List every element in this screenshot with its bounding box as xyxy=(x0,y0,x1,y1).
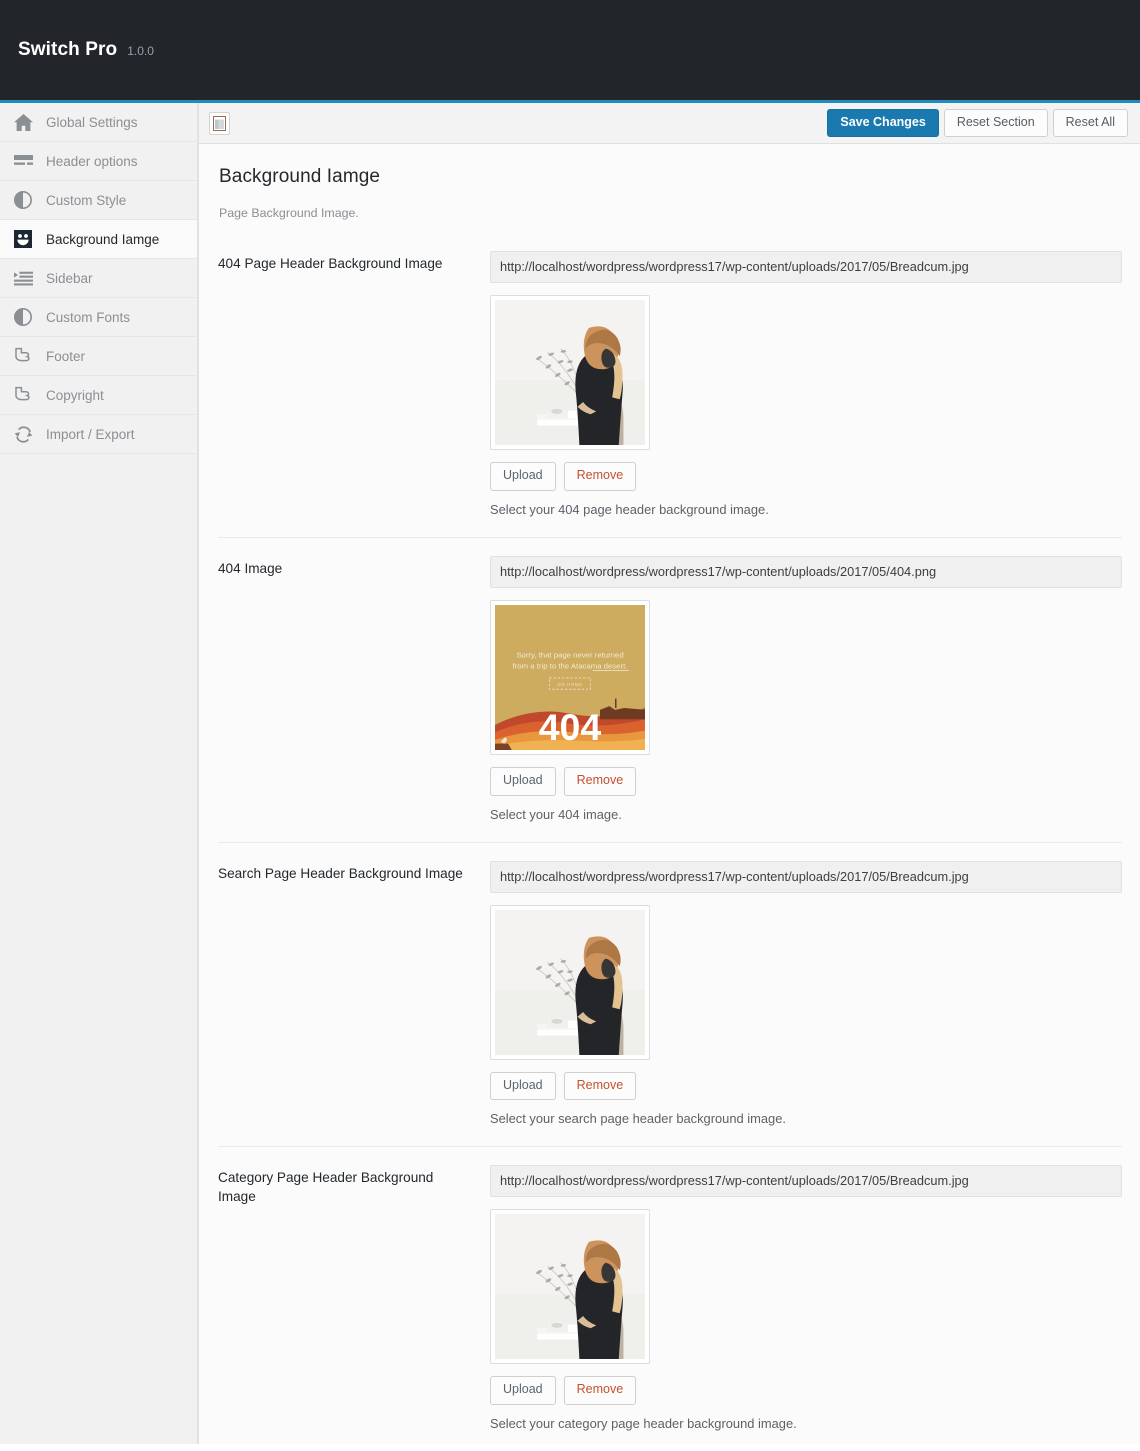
sidebar-item-sidebar[interactable]: Sidebar xyxy=(0,259,197,298)
sidebar-item-label: Footer xyxy=(46,348,86,364)
page-subtitle: Page Background Image. xyxy=(219,206,359,220)
sidebar-item-background-iamge[interactable]: Background Iamge xyxy=(0,220,197,259)
panel-toolbar: Save Changes Reset Section Reset All xyxy=(199,103,1140,144)
image-url-input[interactable] xyxy=(490,555,1122,588)
half-circle-icon xyxy=(12,306,34,328)
app-header: Switch Pro 1.0.0 xyxy=(0,0,1140,100)
page-shell: Global Settings Header options Custom Styl… xyxy=(0,103,1140,1444)
brand: Switch Pro 1.0.0 xyxy=(18,39,154,61)
field-control: Sorry, that page never returned from a t… xyxy=(490,555,1122,822)
image-action-buttons: Upload Remove xyxy=(490,1376,1122,1405)
sidebar-item-import-export[interactable]: Import / Export xyxy=(0,415,197,454)
svg-text:404: 404 xyxy=(539,706,602,748)
sync-arrows-icon xyxy=(12,423,34,445)
brand-version: 1.0.0 xyxy=(127,44,154,58)
image-preview-thumbnail xyxy=(490,904,650,1060)
sidebar-nav: Global Settings Header options Custom Styl… xyxy=(0,103,198,1444)
smiley-square-icon xyxy=(12,228,34,250)
sidebar-item-label: Header options xyxy=(46,153,138,169)
sidebar-item-label: Sidebar xyxy=(46,270,93,286)
reset-all-button[interactable]: Reset All xyxy=(1052,108,1128,138)
field-label: 404 Image xyxy=(218,560,283,576)
sidebar-item-label: Global Settings xyxy=(46,114,138,130)
sidebar-item-footer[interactable]: Footer xyxy=(0,337,197,376)
settings-field-row: 404 Image Sorry, that page never returne… xyxy=(218,536,1122,842)
pointing-hand-icon xyxy=(12,345,34,367)
remove-button[interactable]: Remove xyxy=(563,766,637,796)
header-bars-icon xyxy=(12,150,34,172)
thumb-art-desk-photo xyxy=(495,300,645,445)
field-control: Upload Remove Select your search page he… xyxy=(490,860,1122,1127)
pointing-hand-icon xyxy=(12,384,34,406)
settings-field-row: Search Page Header Background Image http… xyxy=(218,841,1122,1147)
panel-body: Background Iamge Page Background Image. … xyxy=(199,144,1140,1451)
indent-list-icon xyxy=(12,267,34,289)
sidebar-item-label: Custom Fonts xyxy=(46,309,131,325)
thumb-art-desk-photo xyxy=(495,909,645,1055)
content-panel: Save Changes Reset Section Reset All Bac… xyxy=(198,103,1140,1444)
svg-text:GO HOME: GO HOME xyxy=(557,682,582,687)
image-action-buttons: Upload Remove xyxy=(490,462,1122,491)
field-control: Upload Remove Select your 404 page heade… xyxy=(490,251,1122,517)
field-description: Select your category page header backgro… xyxy=(490,1416,797,1431)
sidebar-item-custom-style[interactable]: Custom Style xyxy=(0,181,197,220)
half-circle-icon xyxy=(12,189,34,211)
field-description: Select your search page header backgroun… xyxy=(490,1111,786,1127)
remove-button[interactable]: Remove xyxy=(563,1071,637,1101)
save-changes-button[interactable]: Save Changes xyxy=(827,108,939,138)
upload-button[interactable]: Upload xyxy=(490,766,556,796)
image-url-input[interactable] xyxy=(490,860,1122,893)
upload-button[interactable]: Upload xyxy=(490,1376,556,1405)
image-action-buttons: Upload Remove xyxy=(490,1071,1122,1101)
settings-field-row: Category Page Header Background Image ht… xyxy=(218,1146,1122,1451)
brand-title: Switch Pro xyxy=(18,39,118,60)
image-action-buttons: Upload Remove xyxy=(490,766,1122,796)
image-preview-thumbnail: Sorry, that page never returned from a t… xyxy=(490,599,650,755)
remove-button[interactable]: Remove xyxy=(563,462,637,491)
sidebar-item-label: Import / Export xyxy=(46,426,135,442)
toolbar-actions: Save Changes Reset Section Reset All xyxy=(827,108,1128,138)
field-description: Select your 404 page header background i… xyxy=(490,501,769,517)
thumb-art-404: Sorry, that page never returned from a t… xyxy=(495,604,645,750)
image-url-input[interactable] xyxy=(490,251,1122,283)
svg-text:from a trip to the Atacama des: from a trip to the Atacama desert. xyxy=(513,661,628,670)
home-icon xyxy=(12,111,34,133)
sidebar-item-custom-fonts[interactable]: Custom Fonts xyxy=(0,298,197,337)
reset-section-button[interactable]: Reset Section xyxy=(943,108,1048,138)
image-url-input[interactable] xyxy=(490,1165,1122,1198)
sidebar-item-label: Background Iamge xyxy=(46,231,160,247)
settings-field-row: 404 Page Header Background Image http://… xyxy=(218,237,1122,537)
panel-layout-icon[interactable] xyxy=(209,111,230,135)
image-preview-thumbnail xyxy=(490,295,650,450)
sidebar-item-global-settings[interactable]: Global Settings xyxy=(0,103,197,142)
sidebar-item-copyright[interactable]: Copyright xyxy=(0,376,197,415)
field-control: Upload Remove Select your category page … xyxy=(490,1165,1122,1431)
svg-text:Sorry, that page never returne: Sorry, that page never returned xyxy=(516,650,623,659)
thumb-art-desk-photo xyxy=(495,1214,645,1360)
sidebar-item-label: Copyright xyxy=(46,387,104,403)
page-title: Background Iamge xyxy=(219,166,381,187)
image-preview-thumbnail xyxy=(490,1209,650,1365)
field-label: 404 Page Header Background Image xyxy=(218,256,443,271)
remove-button[interactable]: Remove xyxy=(563,1376,637,1405)
sidebar-item-header-options[interactable]: Header options xyxy=(0,142,197,181)
upload-button[interactable]: Upload xyxy=(490,462,556,491)
sidebar-item-label: Custom Style xyxy=(46,192,127,208)
settings-field-list: 404 Page Header Background Image http://… xyxy=(218,237,1122,1451)
upload-button[interactable]: Upload xyxy=(490,1071,556,1101)
field-label: Category Page Header Background Image xyxy=(218,1170,434,1204)
field-description: Select your 404 image. xyxy=(490,806,622,822)
field-label: Search Page Header Background Image xyxy=(218,865,463,881)
